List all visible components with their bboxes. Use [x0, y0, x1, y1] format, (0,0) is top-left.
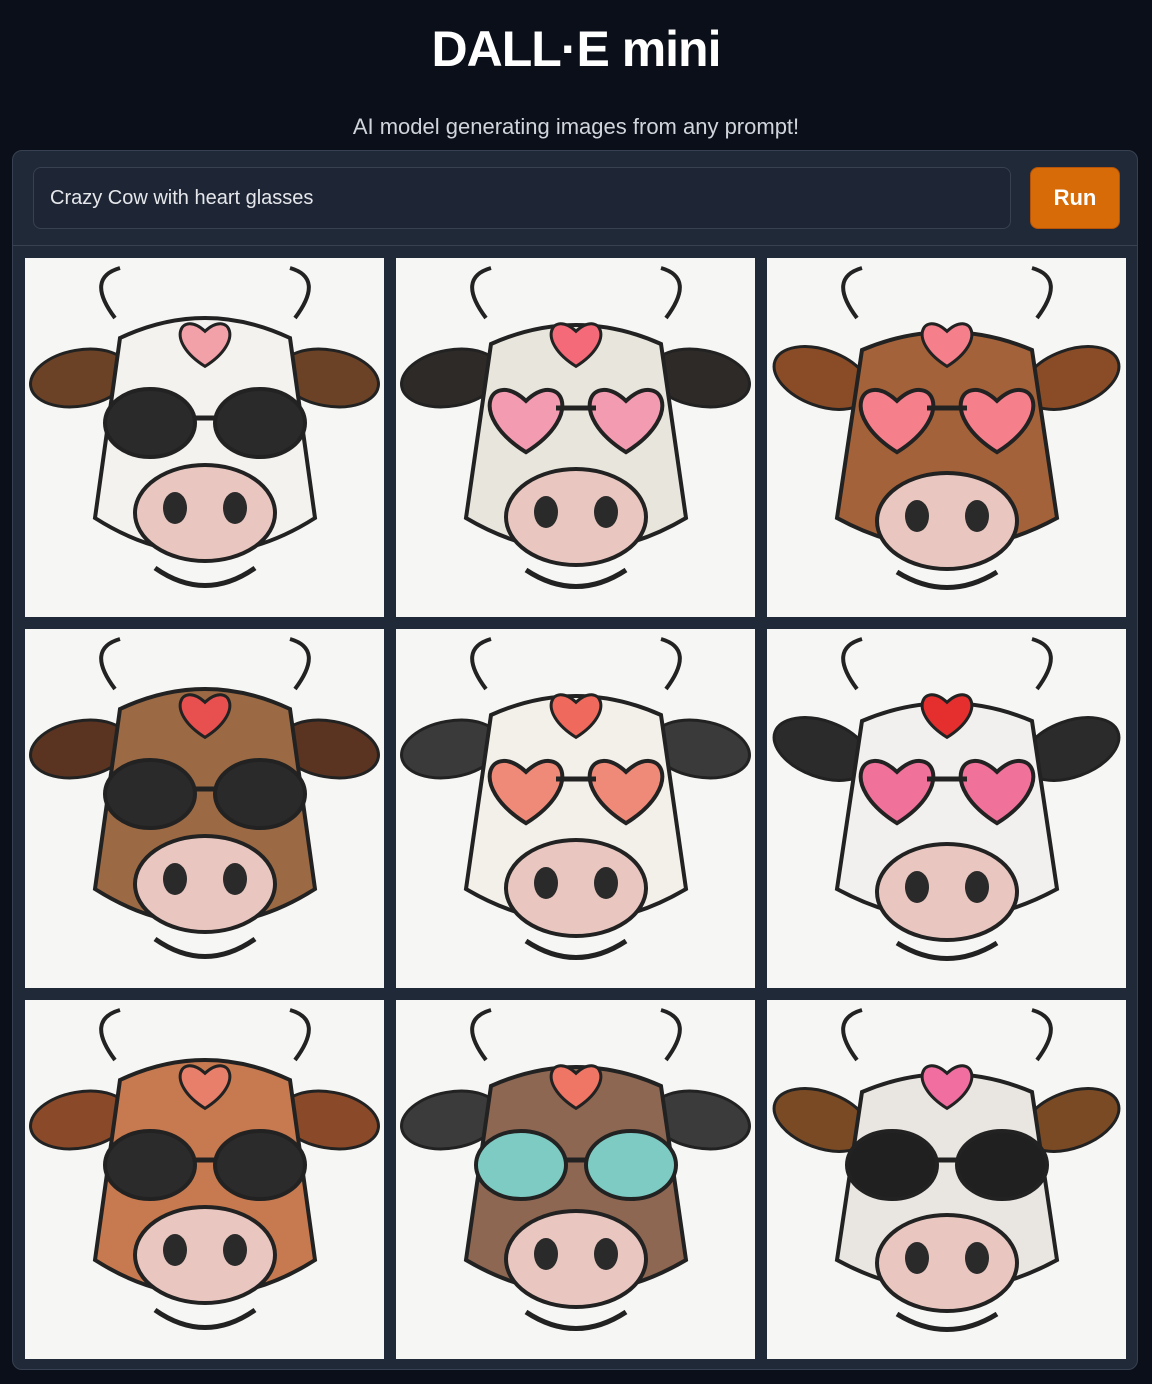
cow-illustration — [767, 1000, 1126, 1359]
generated-image-3[interactable] — [767, 258, 1126, 617]
app-subtitle: AI model generating images from any prom… — [352, 114, 800, 139]
cow-illustration — [767, 629, 1126, 988]
cow-illustration — [25, 629, 384, 988]
cow-illustration — [767, 258, 1126, 617]
prompt-input[interactable] — [33, 167, 1011, 229]
generated-image-5[interactable] — [396, 629, 755, 988]
cow-illustration — [396, 258, 755, 617]
cow-illustration — [396, 1000, 755, 1359]
generated-image-1[interactable] — [25, 258, 384, 617]
generator-panel: Run — [12, 150, 1138, 1370]
generated-image-8[interactable] — [396, 1000, 755, 1359]
cow-illustration — [25, 258, 384, 617]
generated-image-6[interactable] — [767, 629, 1126, 988]
generated-image-4[interactable] — [25, 629, 384, 988]
image-gallery — [25, 258, 1126, 1359]
cow-illustration — [25, 1000, 384, 1359]
app-title: DALL·E mini — [431, 21, 722, 77]
generated-image-2[interactable] — [396, 258, 755, 617]
generated-image-7[interactable] — [25, 1000, 384, 1359]
page-header: DALL·E mini AI model generating images f… — [0, 0, 1152, 140]
prompt-row: Run — [13, 151, 1137, 246]
cow-illustration — [396, 629, 755, 988]
run-button[interactable]: Run — [1030, 167, 1120, 229]
generated-image-9[interactable] — [767, 1000, 1126, 1359]
